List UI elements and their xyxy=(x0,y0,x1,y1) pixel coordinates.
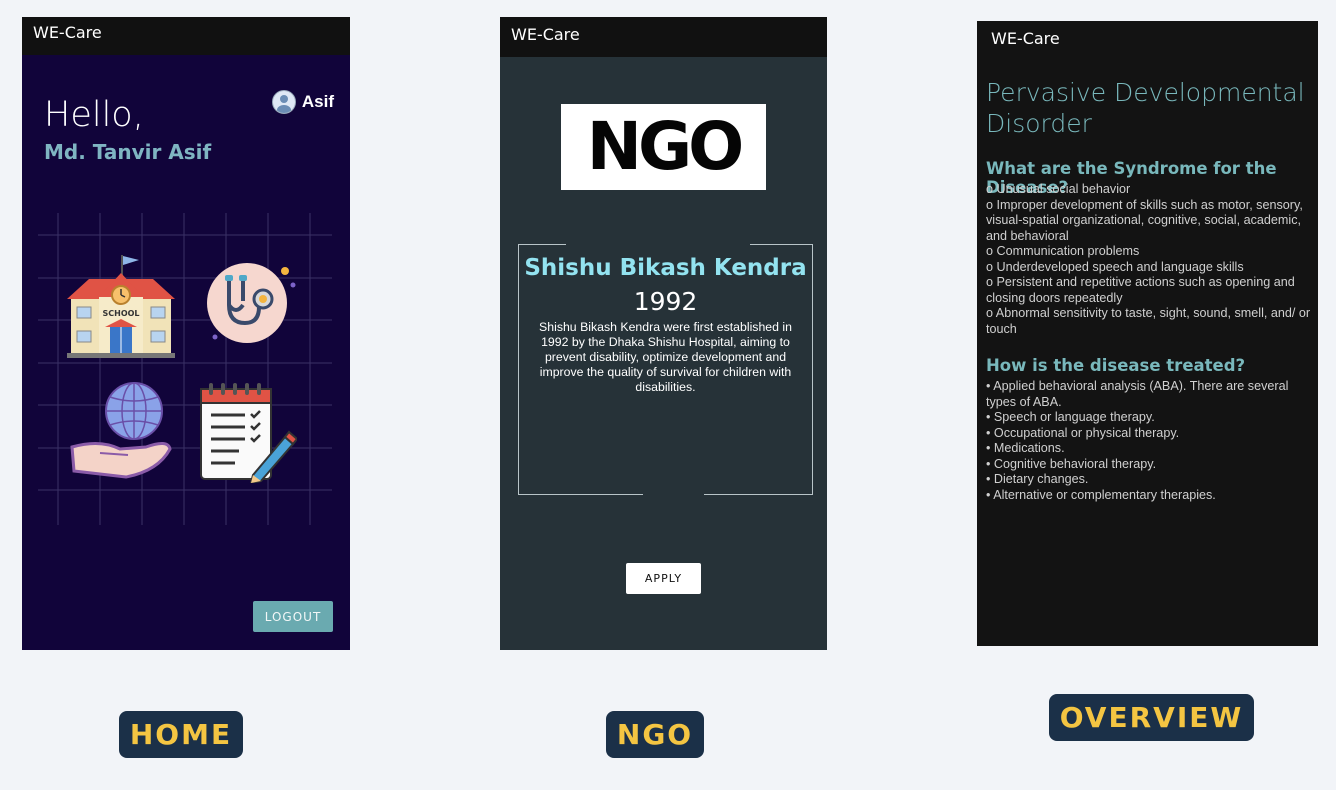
school-icon: SCHOOL xyxy=(67,255,175,358)
apply-button[interactable]: APPLY xyxy=(626,563,701,594)
user-short-name: Asif xyxy=(301,92,334,111)
list-item: • Occupational or physical therapy. xyxy=(986,425,1180,440)
overview-screen: WE-Care Pervasive Developmental Disorder… xyxy=(977,21,1318,646)
app-title: WE-Care xyxy=(991,29,1060,48)
established-year: 1992 xyxy=(633,287,698,316)
list-item: o Unusual social behavior xyxy=(986,182,1131,196)
organization-description: Shishu Bikash Kendra were first establis… xyxy=(539,320,792,394)
checklist-tile[interactable] xyxy=(199,381,299,488)
disease-title: Pervasive Developmental Disorder xyxy=(986,78,1305,138)
list-item: • Cognitive behavioral therapy. xyxy=(986,456,1157,471)
list-item: • Medications. xyxy=(986,441,1065,455)
ngo-caption: NGO xyxy=(606,711,704,758)
list-item: o Improper development of skills such as… xyxy=(986,197,1303,243)
app-title: WE-Care xyxy=(33,23,102,42)
ngo-tile[interactable] xyxy=(70,381,174,488)
stethoscope-icon xyxy=(207,263,296,343)
app-bar: WE-Care xyxy=(500,17,827,57)
organization-card: Shishu Bikash Kendra 1992 Shishu Bikash … xyxy=(518,244,813,495)
school-tile[interactable]: SCHOOL xyxy=(67,253,175,364)
ngo-logo-text: NGO xyxy=(586,108,745,185)
user-full-name: Md. Tanvir Asif xyxy=(44,140,212,164)
home-caption: HOME xyxy=(119,711,243,758)
app-title: WE-Care xyxy=(511,25,580,44)
app-bar: WE-Care xyxy=(22,17,350,55)
list-item: o Persistent and repetitive actions such… xyxy=(986,275,1295,305)
user-profile-chip[interactable]: Asif xyxy=(271,90,334,114)
syndrome-list: o Unusual social behavior o Improper dev… xyxy=(986,182,1316,337)
list-item: o Communication problems xyxy=(986,244,1140,258)
globe-in-hand-icon xyxy=(70,382,172,479)
treatment-heading: How is the disease treated? xyxy=(986,356,1246,375)
list-item: o Underdeveloped speech and language ski… xyxy=(986,259,1244,274)
ngo-screen: WE-Care NGO Shishu Bikash Kendra 1992 Sh… xyxy=(500,17,827,650)
ngo-logo: NGO xyxy=(561,104,766,190)
list-item: • Speech or language therapy. xyxy=(986,410,1155,424)
doctor-tile[interactable] xyxy=(203,261,299,354)
logout-button[interactable]: LOGOUT xyxy=(253,601,333,632)
school-sign-text: SCHOOL xyxy=(102,309,139,318)
list-item: • Dietary changes. xyxy=(986,472,1089,486)
organization-name: Shishu Bikash Kendra xyxy=(524,255,807,281)
overview-caption: OVERVIEW xyxy=(1049,694,1254,741)
list-item: • Applied behavioral analysis (ABA). The… xyxy=(986,379,1289,409)
home-screen: WE-Care Hello, Md. Tanvir Asif Asif SCHO… xyxy=(22,17,350,650)
app-bar: WE-Care xyxy=(977,21,1318,61)
avatar-icon xyxy=(271,90,296,114)
greeting: Hello, xyxy=(44,95,144,135)
list-item: o Abnormal sensitivity to taste, sight, … xyxy=(986,306,1311,336)
list-item: • Alternative or complementary therapies… xyxy=(986,487,1216,502)
checklist-icon xyxy=(200,383,299,485)
treatment-list: • Applied behavioral analysis (ABA). The… xyxy=(986,379,1316,503)
